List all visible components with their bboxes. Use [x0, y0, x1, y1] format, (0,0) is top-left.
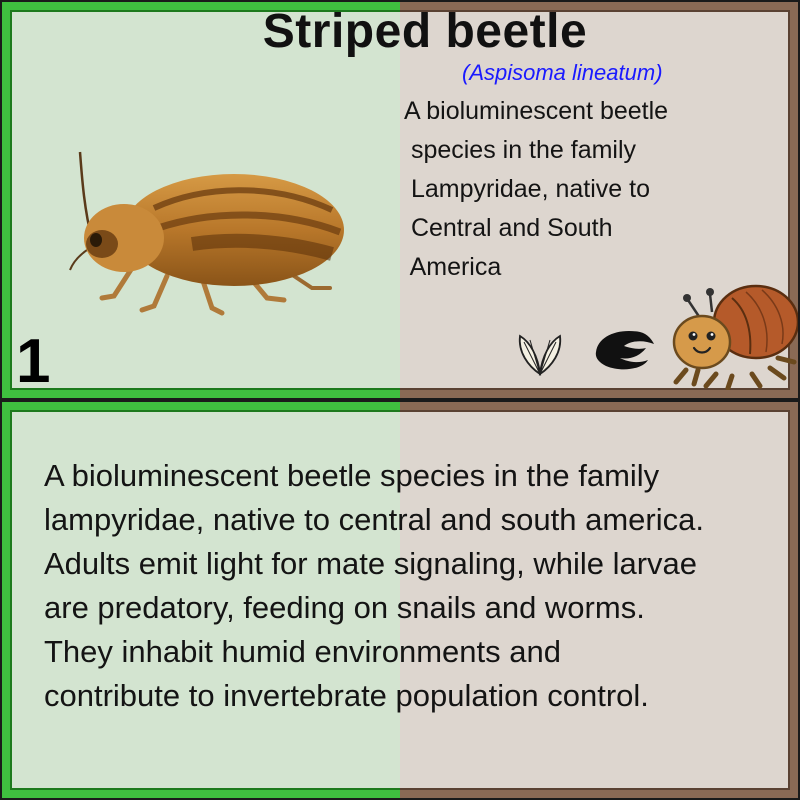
short-description-line: species in the family	[404, 136, 637, 164]
long-description-line: They inhabit humid environments and	[44, 634, 561, 669]
card-bottom-panel: A bioluminescent beetle species in the f…	[0, 400, 800, 800]
short-description-line: Central and South	[404, 214, 613, 242]
card-top-panel: Striped beetle (Aspisoma lineatum) A bio…	[0, 0, 800, 400]
card-title: Striped beetle	[262, 5, 588, 58]
trait-icons	[510, 278, 800, 390]
card-number: 1	[16, 327, 51, 396]
long-description-line: lampyridae, native to central and south …	[44, 502, 704, 537]
scientific-name: (Aspisoma lineatum)	[462, 60, 663, 85]
long-description-line: Adults emit light for mate signaling, wh…	[44, 546, 698, 581]
short-description: A bioluminescent beetle species in the f…	[404, 92, 744, 287]
long-description: A bioluminescent beetle species in the f…	[44, 454, 774, 718]
cartoon-beetle-icon	[672, 284, 800, 390]
pincer-icon	[595, 330, 654, 370]
short-description-line: A bioluminescent beetle	[404, 97, 669, 125]
beetle-photo	[69, 151, 344, 316]
long-description-line: A bioluminescent beetle species in the f…	[44, 458, 660, 493]
wings-icon	[518, 334, 562, 376]
long-description-line: contribute to invertebrate population co…	[44, 678, 649, 713]
short-description-line: Lampyridae, native to	[404, 175, 650, 203]
long-description-line: are predatory, feeding on snails and wor…	[44, 590, 645, 625]
